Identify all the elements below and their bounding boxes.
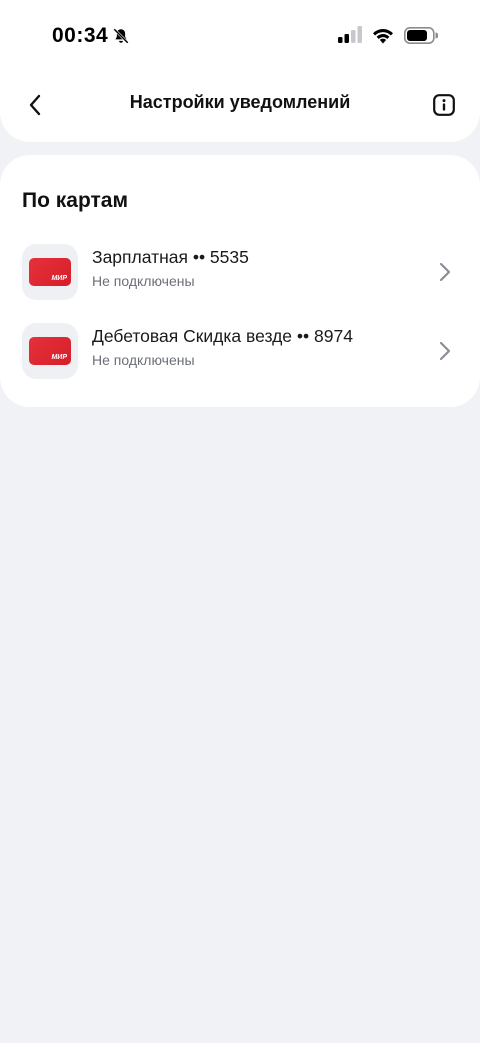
bell-slash-icon: [113, 28, 129, 44]
card-status: Не подключены: [92, 352, 195, 368]
cellular-signal-icon: [338, 26, 362, 43]
info-icon: [433, 94, 455, 116]
card-icon: МИР: [22, 323, 78, 379]
card-brand: МИР: [51, 275, 67, 282]
card-name: Дебетовая Скидка везде •• 8974: [92, 326, 353, 346]
status-time: 00:34: [52, 24, 130, 48]
card-row-salary[interactable]: МИР Зарплатная •• 5535 Не подключены: [0, 240, 480, 304]
mir-card-icon: МИР: [29, 258, 71, 286]
cards-section: По картам МИР Зарплатная •• 5535 Не подк…: [0, 155, 480, 407]
header: Настройки уведомлений: [0, 70, 480, 142]
status-icons: [338, 26, 438, 44]
card-brand: МИР: [51, 354, 67, 361]
battery-icon: [404, 26, 438, 44]
card-row-debit[interactable]: МИР Дебетовая Скидка везде •• 8974 Не по…: [0, 319, 480, 383]
info-button[interactable]: [430, 91, 458, 119]
card-name: Зарплатная •• 5535: [92, 247, 249, 267]
card-status: Не подключены: [92, 273, 195, 289]
status-time-text: 00:34: [52, 24, 109, 47]
page-title: Настройки уведомлений: [129, 92, 351, 112]
mir-card-icon: МИР: [29, 337, 71, 365]
chevron-right-icon: [439, 262, 451, 282]
chevron-right-icon: [439, 341, 451, 361]
wifi-icon: [373, 28, 393, 43]
status-bar: 00:34: [0, 0, 480, 70]
card-icon: МИР: [22, 244, 78, 300]
section-title: По картам: [22, 189, 128, 212]
